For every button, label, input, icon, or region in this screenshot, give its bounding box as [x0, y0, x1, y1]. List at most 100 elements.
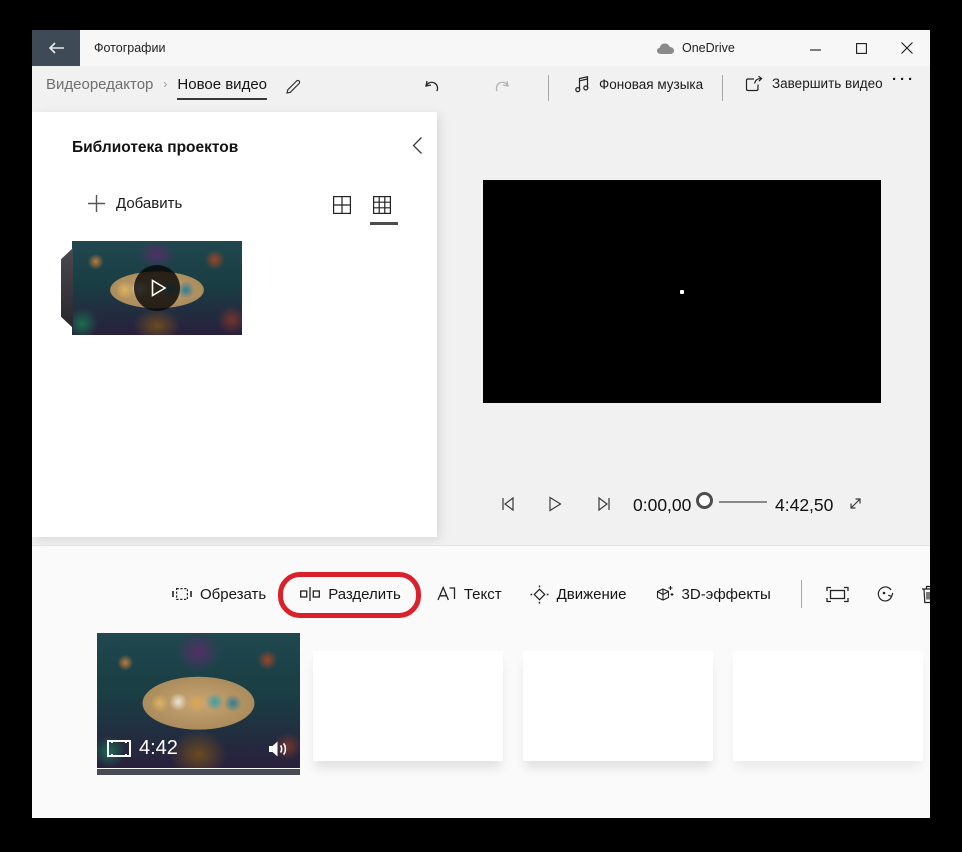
trim-button[interactable]: Обрезать: [172, 586, 266, 603]
split-button-wrapper: Разделить: [278, 571, 421, 618]
add-media-button[interactable]: Добавить: [88, 195, 182, 212]
current-time: 0:00,00: [633, 495, 692, 515]
undo-icon: [425, 80, 439, 92]
effects-3d-icon: [656, 585, 674, 601]
text-icon: [437, 585, 456, 600]
plus-icon: [88, 195, 105, 212]
trim-icon: [172, 587, 192, 601]
toolbar-separator: [548, 75, 549, 101]
play-icon: [151, 279, 167, 297]
delete-button[interactable]: [921, 585, 930, 604]
more-options-button[interactable]: ···: [892, 71, 916, 88]
stack-edge: [61, 248, 73, 328]
breadcrumb-chevron-icon: ›: [163, 77, 168, 91]
next-frame-button[interactable]: [596, 496, 612, 512]
aspect-ratio-icon: [826, 586, 849, 602]
undo-button[interactable]: [422, 77, 442, 97]
rotate-button[interactable]: [875, 584, 895, 604]
finish-video-label: Завершить видео: [772, 76, 883, 91]
rename-project-button[interactable]: [284, 78, 302, 96]
clip-duration: 4:42: [139, 737, 178, 759]
motion-icon: [530, 585, 549, 603]
photos-app-window: Фотографии OneDrive Видеоредактор › Ново…: [32, 30, 930, 818]
pencil-icon: [286, 79, 301, 94]
grid-2x2-icon: [333, 196, 351, 214]
add-label: Добавить: [116, 195, 183, 212]
timeline-empty-slot[interactable]: [313, 651, 503, 761]
more-icon: ···: [892, 71, 916, 88]
speaker-icon: [269, 741, 287, 757]
seek-slider-track[interactable]: [719, 501, 767, 503]
split-icon: [300, 587, 321, 601]
close-icon: [901, 42, 913, 54]
background-music-label: Фоновая музыка: [599, 76, 704, 92]
finish-video-button[interactable]: Завершить видео: [745, 75, 883, 92]
background-music-button[interactable]: Фоновая музыка: [575, 75, 703, 93]
project-library-panel: Библиотека проектов Добавить: [32, 112, 437, 537]
grid-view-large-button[interactable]: [333, 196, 351, 214]
previous-frame-button[interactable]: [500, 496, 516, 512]
minimize-button[interactable]: [792, 30, 838, 66]
timeline-toolbar: Обрезать Разделить Текст Движение 3D-эфф…: [172, 571, 930, 618]
clip-info: 4:42: [107, 737, 178, 760]
play-button[interactable]: [548, 496, 562, 512]
effects-3d-button[interactable]: 3D-эффекты: [655, 585, 771, 604]
cloud-icon: [657, 43, 674, 54]
maximize-icon: [855, 42, 867, 54]
grid-view-selected-indicator: [370, 222, 398, 225]
previous-frame-icon: [502, 496, 514, 512]
library-video-item[interactable]: [61, 241, 242, 335]
expand-icon: [850, 498, 861, 509]
chevron-left-icon: [412, 137, 422, 154]
onedrive-status[interactable]: OneDrive: [656, 30, 735, 66]
trim-label: Обрезать: [200, 585, 267, 603]
breadcrumb-project-name[interactable]: Новое видео: [177, 76, 268, 100]
app-title: Фотографии: [94, 41, 166, 55]
timeline-section: Обрезать Разделить Текст Движение 3D-эфф…: [32, 545, 930, 818]
grid-3x3-icon: [373, 196, 391, 214]
timeline-toolbar-separator: [800, 580, 802, 608]
onedrive-label: OneDrive: [682, 41, 735, 55]
redo-icon: [495, 80, 509, 92]
timeline-empty-slot[interactable]: [733, 651, 923, 761]
music-note-icon: [575, 76, 589, 93]
trash-icon: [921, 585, 930, 603]
video-preview[interactable]: [483, 180, 881, 403]
motion-button[interactable]: Движение: [530, 585, 627, 604]
close-button[interactable]: [884, 30, 930, 66]
play-icon: [549, 496, 562, 512]
editor-toolbar: Видеоредактор › Новое видео Фоновая музы…: [32, 66, 930, 112]
text-button[interactable]: Текст: [437, 585, 502, 603]
collapse-panel-button[interactable]: [412, 136, 423, 155]
titlebar: Фотографии OneDrive: [32, 30, 930, 66]
toolbar-separator: [722, 75, 723, 101]
rotate-icon: [877, 586, 894, 602]
maximize-button[interactable]: [838, 30, 884, 66]
minimize-icon: [809, 48, 821, 51]
export-icon: [745, 75, 763, 92]
library-title: Библиотека проектов: [72, 139, 239, 156]
timeline-empty-slot[interactable]: [523, 651, 713, 761]
breadcrumb-video-editor[interactable]: Видеоредактор: [46, 76, 153, 93]
window-controls: [792, 30, 930, 66]
motion-label: Движение: [556, 585, 627, 603]
back-button[interactable]: [32, 30, 80, 66]
playback-controls: 0:00,00 4:42,50: [32, 490, 930, 526]
back-arrow-icon: [48, 42, 64, 54]
effects-3d-label: 3D-эффекты: [681, 585, 771, 603]
loading-dot: [680, 289, 684, 294]
redo-button[interactable]: [492, 77, 512, 97]
split-button[interactable]: Разделить: [300, 586, 401, 603]
fullscreen-button[interactable]: [848, 496, 863, 511]
resize-button[interactable]: [826, 586, 849, 603]
total-time: 4:42,50: [775, 495, 834, 515]
split-label: Разделить: [328, 585, 401, 603]
next-frame-icon: [598, 496, 610, 512]
grid-view-small-button[interactable]: [373, 196, 391, 214]
play-overlay[interactable]: [134, 265, 180, 311]
seek-slider-thumb[interactable]: [696, 492, 713, 509]
timeline-clip[interactable]: 4:42: [97, 633, 300, 768]
clip-audio-indicator: [268, 740, 290, 758]
film-icon: [107, 740, 131, 757]
clip-track-bar: [97, 769, 300, 775]
